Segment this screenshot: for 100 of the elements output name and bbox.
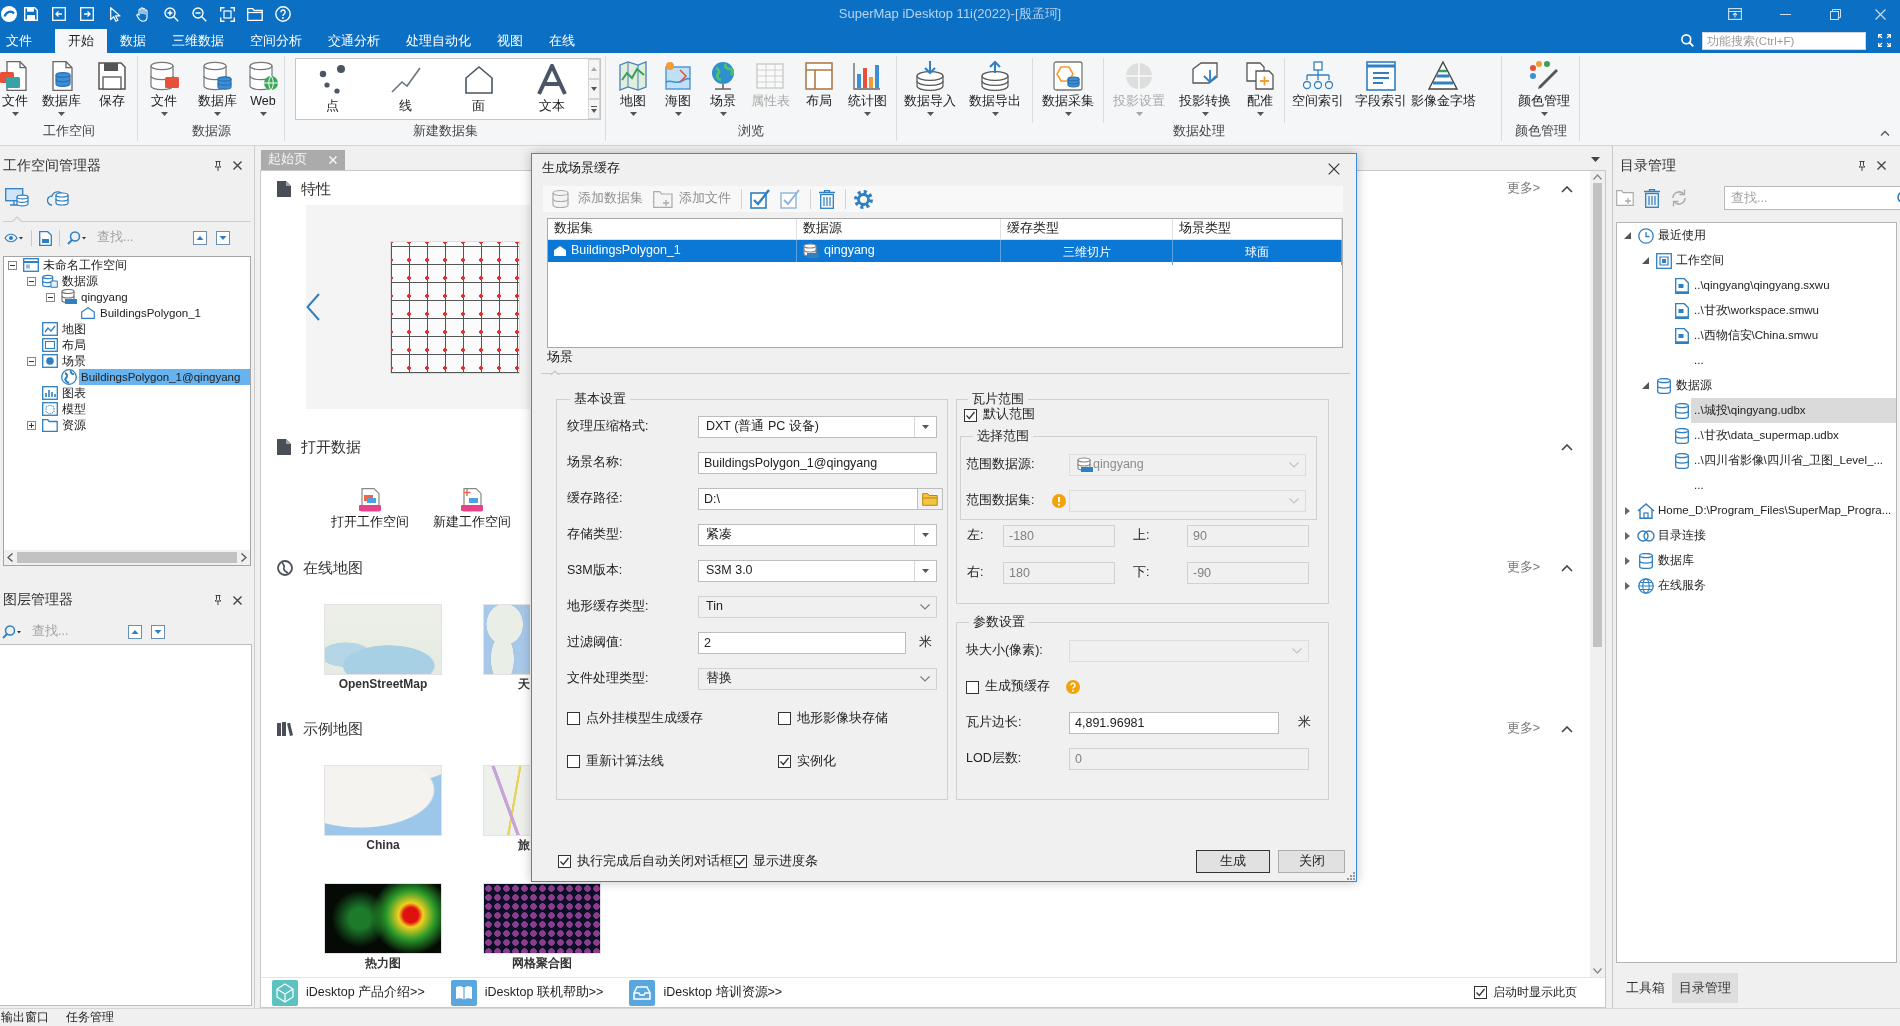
chevron-up-icon[interactable] (1561, 725, 1573, 733)
ribbon-button[interactable]: 布局 (794, 56, 844, 109)
tree-item[interactable]: ..\qingyang\qingyang.sxwu (1691, 273, 1833, 298)
search-field[interactable]: 查找... (1724, 186, 1900, 210)
search-field[interactable]: 查找... (97, 230, 187, 246)
tree-item[interactable]: 数据库 (1655, 548, 1697, 573)
dropdown[interactable]: 替换 (698, 668, 937, 690)
expand-icon[interactable] (26, 420, 36, 430)
text-field[interactable]: D:\ (698, 488, 918, 510)
close-icon[interactable] (233, 161, 242, 170)
text-field[interactable]: 4,891.96981 (1069, 712, 1279, 734)
expand-arrow-icon[interactable] (1624, 581, 1630, 590)
checkbox[interactable] (778, 712, 791, 725)
book-icon[interactable] (450, 979, 477, 1006)
restore-icon[interactable] (1829, 8, 1841, 20)
scroll-right-icon[interactable] (241, 553, 247, 562)
collapse-arrow-icon[interactable] (1641, 257, 1649, 264)
hand-icon[interactable] (136, 6, 150, 22)
tree-item[interactable]: 目录连接 (1655, 523, 1709, 548)
ribbon-button[interactable]: 数据采集 (1034, 56, 1102, 116)
check-invert-icon[interactable] (780, 189, 800, 209)
tab-list-caret-icon[interactable] (1591, 156, 1600, 162)
gallery-expand-icon[interactable] (588, 99, 600, 119)
collapse-arrow-icon[interactable] (1641, 382, 1649, 389)
search-field[interactable]: 查找... (32, 624, 122, 640)
search-icon[interactable] (67, 231, 87, 245)
map-thumbnail[interactable] (483, 604, 530, 676)
checkbox[interactable] (778, 755, 791, 768)
action-link[interactable]: 打开工作空间 (331, 514, 409, 531)
chevron-left-icon[interactable] (306, 293, 320, 321)
tree-item[interactable]: 工作空间 (1673, 248, 1727, 273)
ribbon-button[interactable]: 统计图 (844, 56, 890, 116)
search-icon[interactable] (1681, 34, 1694, 47)
ribbon-button[interactable]: 数据导入 (901, 56, 959, 116)
menu-tab[interactable]: 在线 (536, 29, 588, 53)
scroll-left-icon[interactable] (7, 553, 13, 562)
panel-tab[interactable]: 工具箱 (1619, 973, 1672, 1003)
checkbox-label[interactable]: 启动时显示此页 (1493, 985, 1577, 1000)
expand-arrow-icon[interactable] (1624, 506, 1630, 515)
tree-item[interactable]: 在线服务 (1655, 573, 1709, 598)
checkbox-label[interactable]: 显示进度条 (753, 853, 818, 870)
tree-item[interactable]: ... (1691, 473, 1707, 498)
checkbox-label[interactable]: 地形影像块存储 (797, 710, 888, 727)
tree-item[interactable]: 资源 (60, 417, 88, 433)
ribbon-button[interactable]: 数据库 (30, 56, 92, 116)
more-link[interactable]: 更多> (1506, 721, 1540, 738)
tree-item[interactable]: ..\四川省影像\四川省_卫图_Level_... (1691, 448, 1887, 473)
close-icon[interactable] (1328, 163, 1340, 175)
scroll-up-icon[interactable] (1593, 174, 1602, 180)
ribbon-button[interactable]: 数据导出 (959, 56, 1031, 116)
full-extent-icon[interactable] (219, 6, 235, 22)
document-icon[interactable] (39, 230, 52, 246)
search-icon[interactable] (2, 625, 22, 639)
dropdown[interactable]: S3M 3.0 (698, 560, 937, 582)
link[interactable]: iDesktop 产品介绍>> (306, 984, 425, 1001)
zoom-out-icon[interactable] (191, 6, 207, 22)
tree-item[interactable]: ... (1691, 348, 1707, 373)
checkbox[interactable] (567, 755, 580, 768)
tree-item[interactable]: 模型 (60, 401, 88, 417)
collapse-arrow-icon[interactable] (1623, 232, 1631, 239)
ribbon-button[interactable]: 场景 (700, 56, 746, 116)
ribbon-button[interactable]: 投影转换 (1173, 56, 1237, 116)
move-up-icon[interactable] (128, 625, 142, 639)
inbox-icon[interactable] (629, 979, 656, 1006)
checkbox-label[interactable]: 执行完成后自动关闭对话框 (577, 853, 733, 870)
dropdown[interactable]: Tin (698, 596, 937, 618)
checkbox[interactable] (734, 855, 747, 868)
tree-item[interactable]: 数据源 (60, 273, 100, 289)
tree-item[interactable]: 图表 (60, 385, 88, 401)
dialog-button[interactable]: 关闭 (1278, 850, 1345, 873)
pointer-icon[interactable] (109, 6, 121, 22)
checkbox[interactable] (964, 408, 977, 422)
link[interactable]: iDesktop 培训资源>> (663, 984, 783, 1001)
tree-item[interactable]: ..\甘孜\workspace.smwu (1691, 298, 1822, 323)
collapse-icon[interactable] (7, 260, 17, 270)
checkbox-label[interactable]: 实例化 (797, 753, 836, 770)
action-link[interactable]: 新建工作空间 (433, 514, 511, 531)
search-field[interactable]: 功能搜索(Ctrl+F) (1702, 31, 1866, 50)
menu-tab[interactable]: 三维数据 (159, 29, 237, 53)
pin-icon[interactable] (214, 160, 222, 171)
dialog-button[interactable]: 生成 (1196, 850, 1270, 873)
expand-arrow-icon[interactable] (1624, 556, 1630, 565)
tree-item[interactable]: ..\城投\qingyang.udbx (1691, 398, 1896, 423)
ribbon-button[interactable]: 字段索引 (1350, 56, 1412, 109)
new-workspace-file-icon[interactable] (461, 488, 483, 512)
ribbon-button[interactable]: Web (244, 56, 282, 116)
gallery-item[interactable]: 面 (442, 59, 515, 119)
tree-item[interactable]: 数据源 (1673, 373, 1715, 398)
checkbox[interactable] (966, 680, 979, 694)
close-icon[interactable] (233, 595, 242, 605)
tree-item[interactable]: Home_D:\Program_Files\SuperMap_Progra... (1655, 498, 1895, 523)
ribbon-button[interactable]: 空间索引 (1286, 56, 1350, 109)
table-row[interactable]: BuildingsPolygon_1 qingyang 三维切片 球面 (548, 240, 1342, 262)
ribbon-button[interactable]: 地图 (610, 56, 656, 116)
trash-icon[interactable] (819, 189, 835, 209)
tree-item[interactable]: BuildingsPolygon_1@qingyang (79, 369, 250, 385)
collapse-icon[interactable] (45, 292, 55, 302)
tree-item[interactable]: 未命名工作空间 (41, 257, 129, 273)
link[interactable]: iDesktop 联机帮助>> (484, 984, 604, 1001)
scrollbar-thumb[interactable] (1593, 183, 1602, 647)
